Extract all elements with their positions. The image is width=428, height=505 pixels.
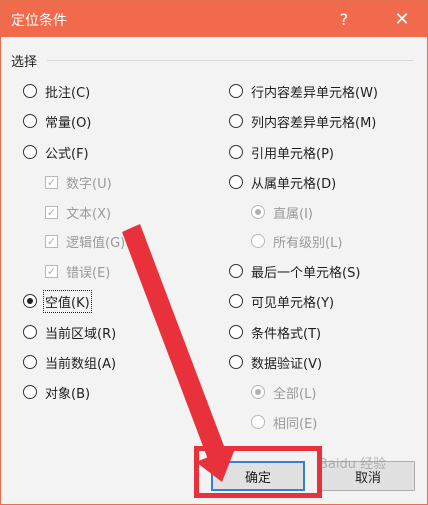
- option-dependents[interactable]: 从属单元格(D): [229, 171, 336, 193]
- radio-icon[interactable]: [23, 355, 37, 369]
- radio-icon[interactable]: [23, 84, 37, 98]
- radio-selected-icon: [251, 205, 265, 219]
- option-all-levels: 所有级别(L): [251, 230, 342, 252]
- go-to-special-dialog: 定位条件 ? ✕ 选择 批注(C) 常量(O) 公式(F) ✓ 数字(U) ✓ …: [0, 0, 428, 505]
- radio-icon: [251, 415, 265, 429]
- checkbox-icon: ✓: [45, 264, 58, 278]
- radio-icon[interactable]: [23, 114, 37, 128]
- radio-icon: [251, 234, 265, 248]
- dialog-title: 定位条件: [11, 13, 67, 29]
- option-data-validation[interactable]: 数据验证(V): [229, 351, 322, 373]
- option-direct-only: 直属(I): [251, 201, 313, 223]
- checkbox-icon: ✓: [45, 234, 58, 248]
- option-objects[interactable]: 对象(B): [23, 381, 90, 403]
- radio-icon[interactable]: [229, 325, 243, 339]
- option-validation-same: 相同(E): [251, 411, 317, 433]
- option-errors: ✓ 错误(E): [45, 264, 111, 281]
- radio-icon[interactable]: [229, 294, 243, 308]
- radio-icon[interactable]: [23, 385, 37, 399]
- option-conditional-formats[interactable]: 条件格式(T): [229, 321, 321, 343]
- option-numbers: ✓ 数字(U): [45, 175, 112, 192]
- help-icon[interactable]: ?: [331, 7, 357, 31]
- option-blanks[interactable]: 空值(K): [23, 289, 92, 313]
- checkbox-icon: ✓: [45, 205, 58, 219]
- option-logicals: ✓ 逻辑值(G): [45, 234, 126, 251]
- radio-icon[interactable]: [229, 145, 243, 159]
- radio-icon[interactable]: [229, 264, 243, 278]
- option-text: ✓ 文本(X): [45, 205, 112, 222]
- option-precedents[interactable]: 引用单元格(P): [229, 141, 334, 163]
- section-divider: [47, 60, 413, 61]
- option-column-differences[interactable]: 列内容差异单元格(M): [229, 110, 376, 132]
- radio-selected-icon[interactable]: [23, 294, 37, 308]
- option-formulas[interactable]: 公式(F): [23, 141, 89, 163]
- ok-button[interactable]: 确定: [211, 461, 305, 491]
- radio-icon[interactable]: [229, 175, 243, 189]
- option-current-array[interactable]: 当前数组(A): [23, 351, 116, 373]
- option-current-region[interactable]: 当前区域(R): [23, 321, 116, 343]
- radio-selected-icon: [251, 385, 265, 399]
- checkbox-icon: ✓: [45, 175, 58, 189]
- radio-icon[interactable]: [229, 355, 243, 369]
- close-icon[interactable]: ✕: [389, 7, 415, 31]
- option-visible-cells[interactable]: 可见单元格(Y): [229, 290, 334, 312]
- section-label: 选择: [11, 55, 38, 70]
- radio-icon[interactable]: [23, 145, 37, 159]
- option-last-cell[interactable]: 最后一个单元格(S): [229, 260, 360, 282]
- option-constants[interactable]: 常量(O): [23, 110, 91, 132]
- radio-icon[interactable]: [23, 325, 37, 339]
- option-comments[interactable]: 批注(C): [23, 80, 90, 102]
- option-validation-all: 全部(L): [251, 381, 316, 403]
- title-bar: 定位条件 ? ✕: [1, 1, 427, 37]
- option-row-differences[interactable]: 行内容差异单元格(W): [229, 80, 378, 102]
- watermark: Baidu 经验: [319, 457, 387, 472]
- radio-icon[interactable]: [229, 114, 243, 128]
- radio-icon[interactable]: [229, 84, 243, 98]
